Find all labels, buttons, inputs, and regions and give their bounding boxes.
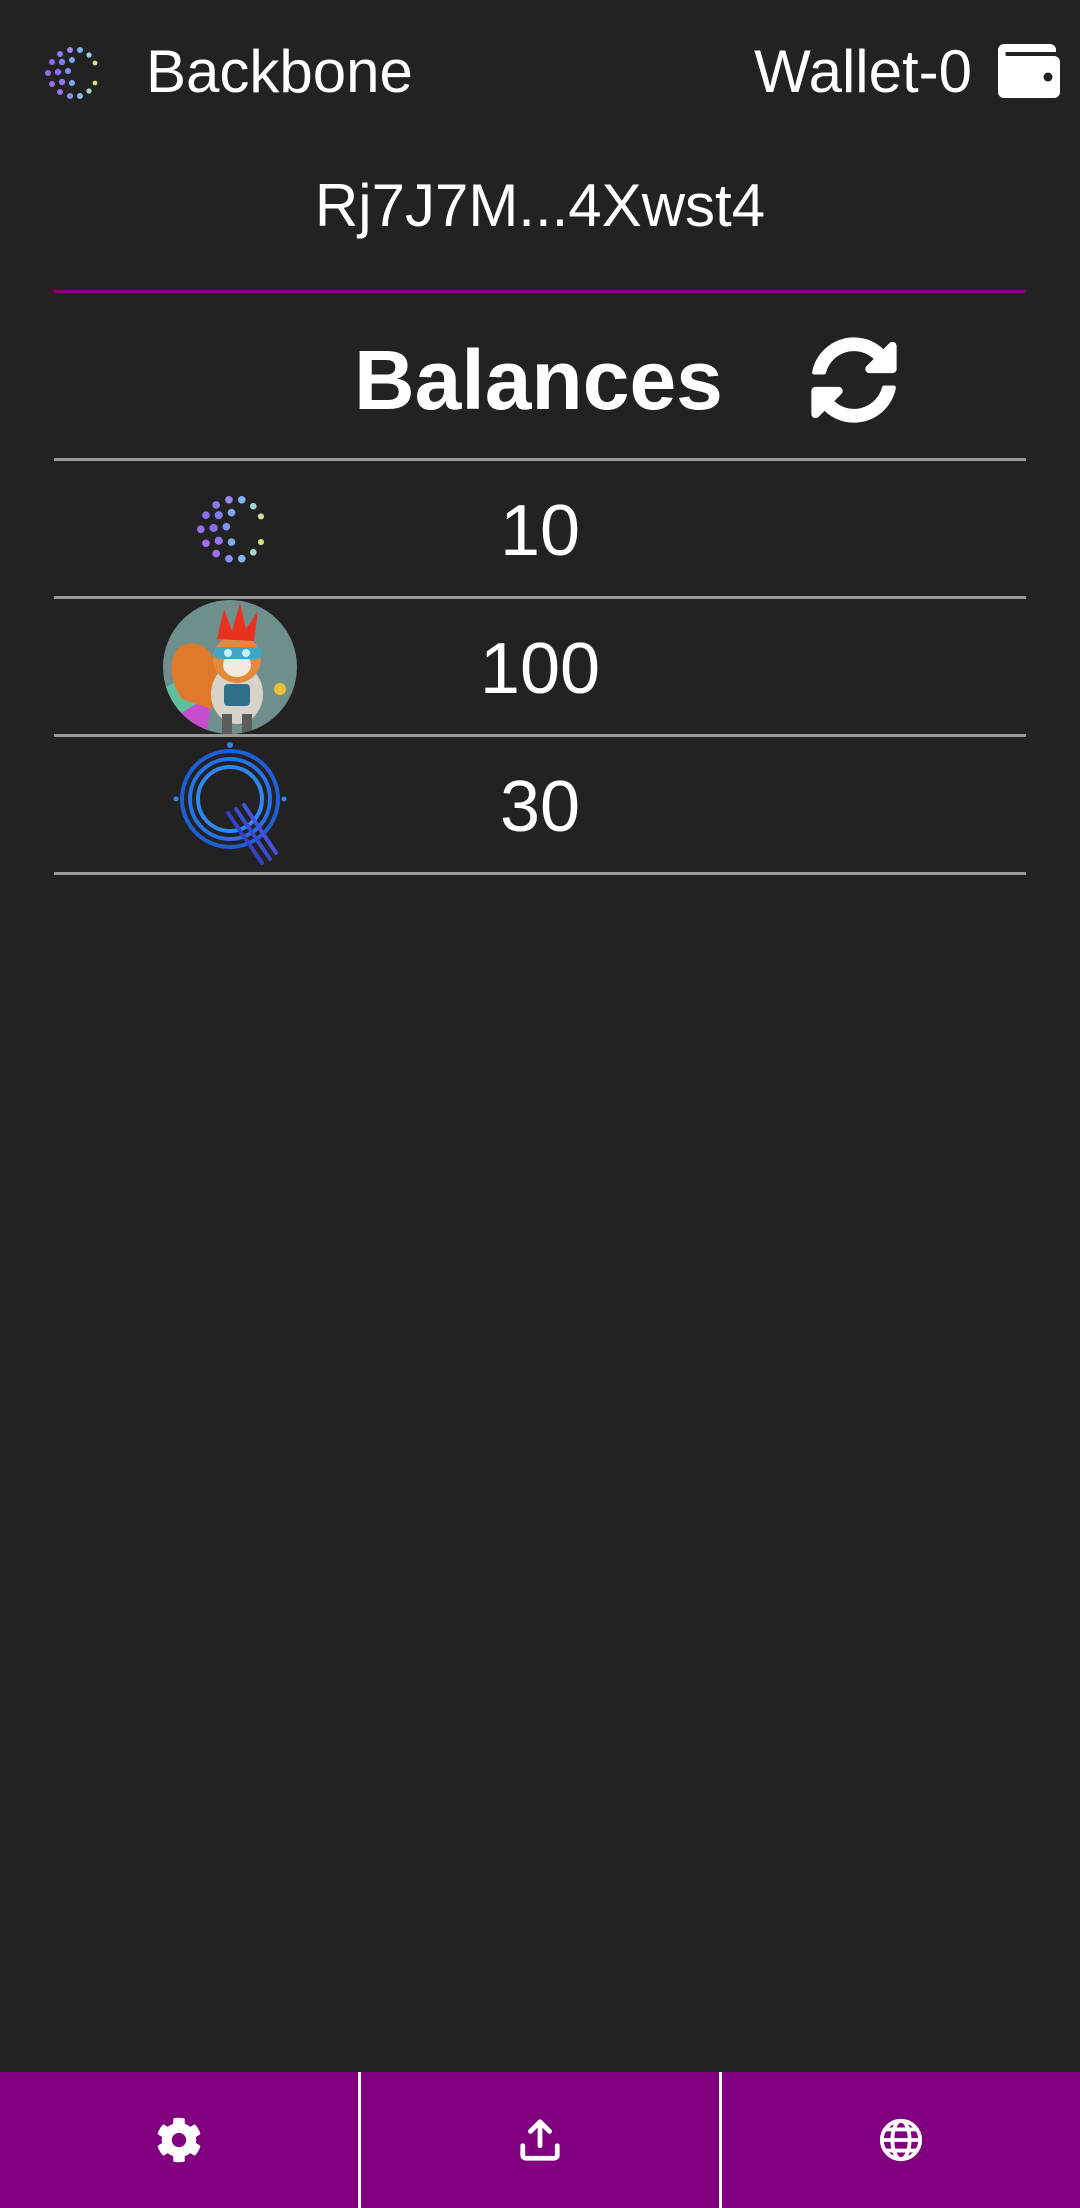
- backbone-token-icon: [196, 495, 265, 563]
- balance-amount: 30: [499, 767, 581, 847]
- globe-icon: [879, 2118, 923, 2162]
- nav-settings-button[interactable]: [0, 2072, 358, 2208]
- gear-icon: [157, 2117, 201, 2163]
- wallet-icon[interactable]: [996, 42, 1060, 100]
- screen: Backbone Wallet-0 Rj7J7M...4Xwst4 Balanc…: [0, 0, 1080, 2208]
- nav-network-button[interactable]: [719, 2072, 1080, 2208]
- balance-amount: 100: [479, 629, 601, 709]
- upload-icon: [520, 2119, 560, 2161]
- wallet-address[interactable]: Rj7J7M...4Xwst4: [0, 170, 1080, 242]
- app-title: Backbone: [146, 38, 413, 105]
- balance-row[interactable]: 100: [54, 596, 1026, 734]
- nav-upload-button[interactable]: [358, 2072, 719, 2208]
- bottom-nav: [0, 2072, 1080, 2208]
- balances-table: 10 100 30: [54, 458, 1026, 875]
- blue-q-token-icon: [173, 742, 287, 865]
- refresh-icon[interactable]: [810, 336, 898, 424]
- balance-row[interactable]: 10: [54, 458, 1026, 596]
- header-divider: [54, 290, 1026, 293]
- squirrel-avatar-token-icon: [163, 600, 297, 734]
- backbone-logo-icon: [45, 47, 98, 99]
- balances-title: Balances: [354, 333, 723, 427]
- balance-row[interactable]: 30: [54, 734, 1026, 875]
- balance-amount: 10: [499, 491, 581, 571]
- app-header: Backbone Wallet-0: [0, 0, 1080, 145]
- wallet-name[interactable]: Wallet-0: [754, 36, 972, 108]
